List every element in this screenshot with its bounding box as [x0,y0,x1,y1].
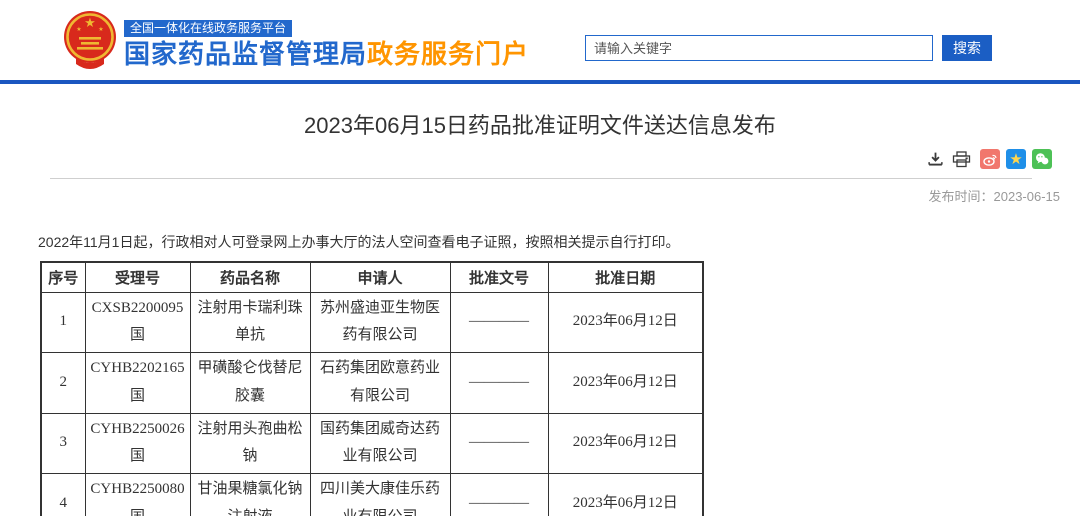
national-emblem-logo: ★ ★ ★ [62,9,118,71]
table-cell: 甲磺酸仑伐替尼胶囊 [190,353,310,414]
table-cell: 石药集团欧意药业有限公司 [310,353,450,414]
portal-suffix: 政务服务门户 [367,39,529,69]
site-name: 国家药品监督管理局 [124,39,367,69]
table-cell: 注射用头孢曲松钠 [190,413,310,474]
table-row: 4CYHB2250080国甘油果糖氯化钠注射液四川美大康佳乐药业有限公司————… [41,474,703,516]
table-cell: ———— [450,413,548,474]
download-icon[interactable] [925,149,945,169]
table-row: 3CYHB2250026国注射用头孢曲松钠国药集团威奇达药业有限公司————20… [41,413,703,474]
site-title: 国家药品监督管理局政务服务门户 [124,39,529,69]
table-cell: 2023年06月12日 [548,353,703,414]
share-qzone-icon[interactable]: ★ [1006,149,1026,169]
approval-table-body: 1CXSB2200095国注射用卡瑞利珠单抗苏州盛迪亚生物医药有限公司————2… [41,292,703,516]
site-header: ★ ★ ★ 全国一体化在线政务服务平台 国家药品监督管理局政务服务门户 搜索 [0,0,1080,80]
share-weibo-icon[interactable] [980,149,1000,169]
table-cell: 2023年06月12日 [548,413,703,474]
table-cell: ———— [450,474,548,516]
table-cell: 国药集团威奇达药业有限公司 [310,413,450,474]
search-input[interactable] [585,35,933,61]
table-header-cell: 申请人 [310,262,450,292]
title-divider [50,178,1032,179]
table-header-cell: 受理号 [85,262,190,292]
approval-table-head: 序号受理号药品名称申请人批准文号批准日期 [41,262,703,292]
table-cell: CXSB2200095国 [85,292,190,353]
table-header-row: 序号受理号药品名称申请人批准文号批准日期 [41,262,703,292]
brand-block: 全国一体化在线政务服务平台 国家药品监督管理局政务服务门户 [124,19,529,69]
table-cell: CYHB2250080国 [85,474,190,516]
publish-time: 发布时间：2023-06-15 [0,186,1080,205]
table-cell: 1 [41,292,85,353]
share-wechat-icon[interactable] [1032,149,1052,169]
table-cell: 2 [41,353,85,414]
table-cell: 甘油果糖氯化钠注射液 [190,474,310,516]
notice-text: 2022年11月1日起，行政相对人可登录网上办事大厅的法人空间查看电子证照，按照… [38,232,1080,252]
table-row: 1CXSB2200095国注射用卡瑞利珠单抗苏州盛迪亚生物医药有限公司————2… [41,292,703,353]
national-emblem-icon: ★ ★ ★ [62,9,118,71]
table-header-cell: 序号 [41,262,85,292]
article-toolbar: ★ [0,147,1080,171]
table-cell: ———— [450,353,548,414]
header-accent-bar [0,80,1080,84]
svg-text:★: ★ [76,26,81,33]
search-area: 搜索 [585,35,992,61]
publish-time-label: 发布时间： [928,189,993,204]
table-header-cell: 药品名称 [190,262,310,292]
svg-text:★: ★ [98,26,103,33]
platform-badge: 全国一体化在线政务服务平台 [124,20,292,37]
table-cell: 苏州盛迪亚生物医药有限公司 [310,292,450,353]
publish-time-value: 2023-06-15 [994,189,1061,204]
table-cell: 四川美大康佳乐药业有限公司 [310,474,450,516]
page-title: 2023年06月15日药品批准证明文件送达信息发布 [0,110,1080,141]
qzone-star-glyph: ★ [1009,152,1022,167]
table-row: 2CYHB2202165国甲磺酸仑伐替尼胶囊石药集团欧意药业有限公司————20… [41,353,703,414]
table-cell: 4 [41,474,85,516]
table-cell: ———— [450,292,548,353]
table-header-cell: 批准文号 [450,262,548,292]
table-cell: 2023年06月12日 [548,292,703,353]
table-cell: CYHB2250026国 [85,413,190,474]
print-icon[interactable] [951,149,971,169]
table-cell: 2023年06月12日 [548,474,703,516]
table-cell: 注射用卡瑞利珠单抗 [190,292,310,353]
svg-text:★: ★ [84,15,96,30]
table-cell: 3 [41,413,85,474]
search-button[interactable]: 搜索 [942,35,992,61]
table-cell: CYHB2202165国 [85,353,190,414]
table-header-cell: 批准日期 [548,262,703,292]
approval-table: 序号受理号药品名称申请人批准文号批准日期 1CXSB2200095国注射用卡瑞利… [40,261,704,516]
page: ★ ★ ★ 全国一体化在线政务服务平台 国家药品监督管理局政务服务门户 搜索 2… [0,0,1080,516]
